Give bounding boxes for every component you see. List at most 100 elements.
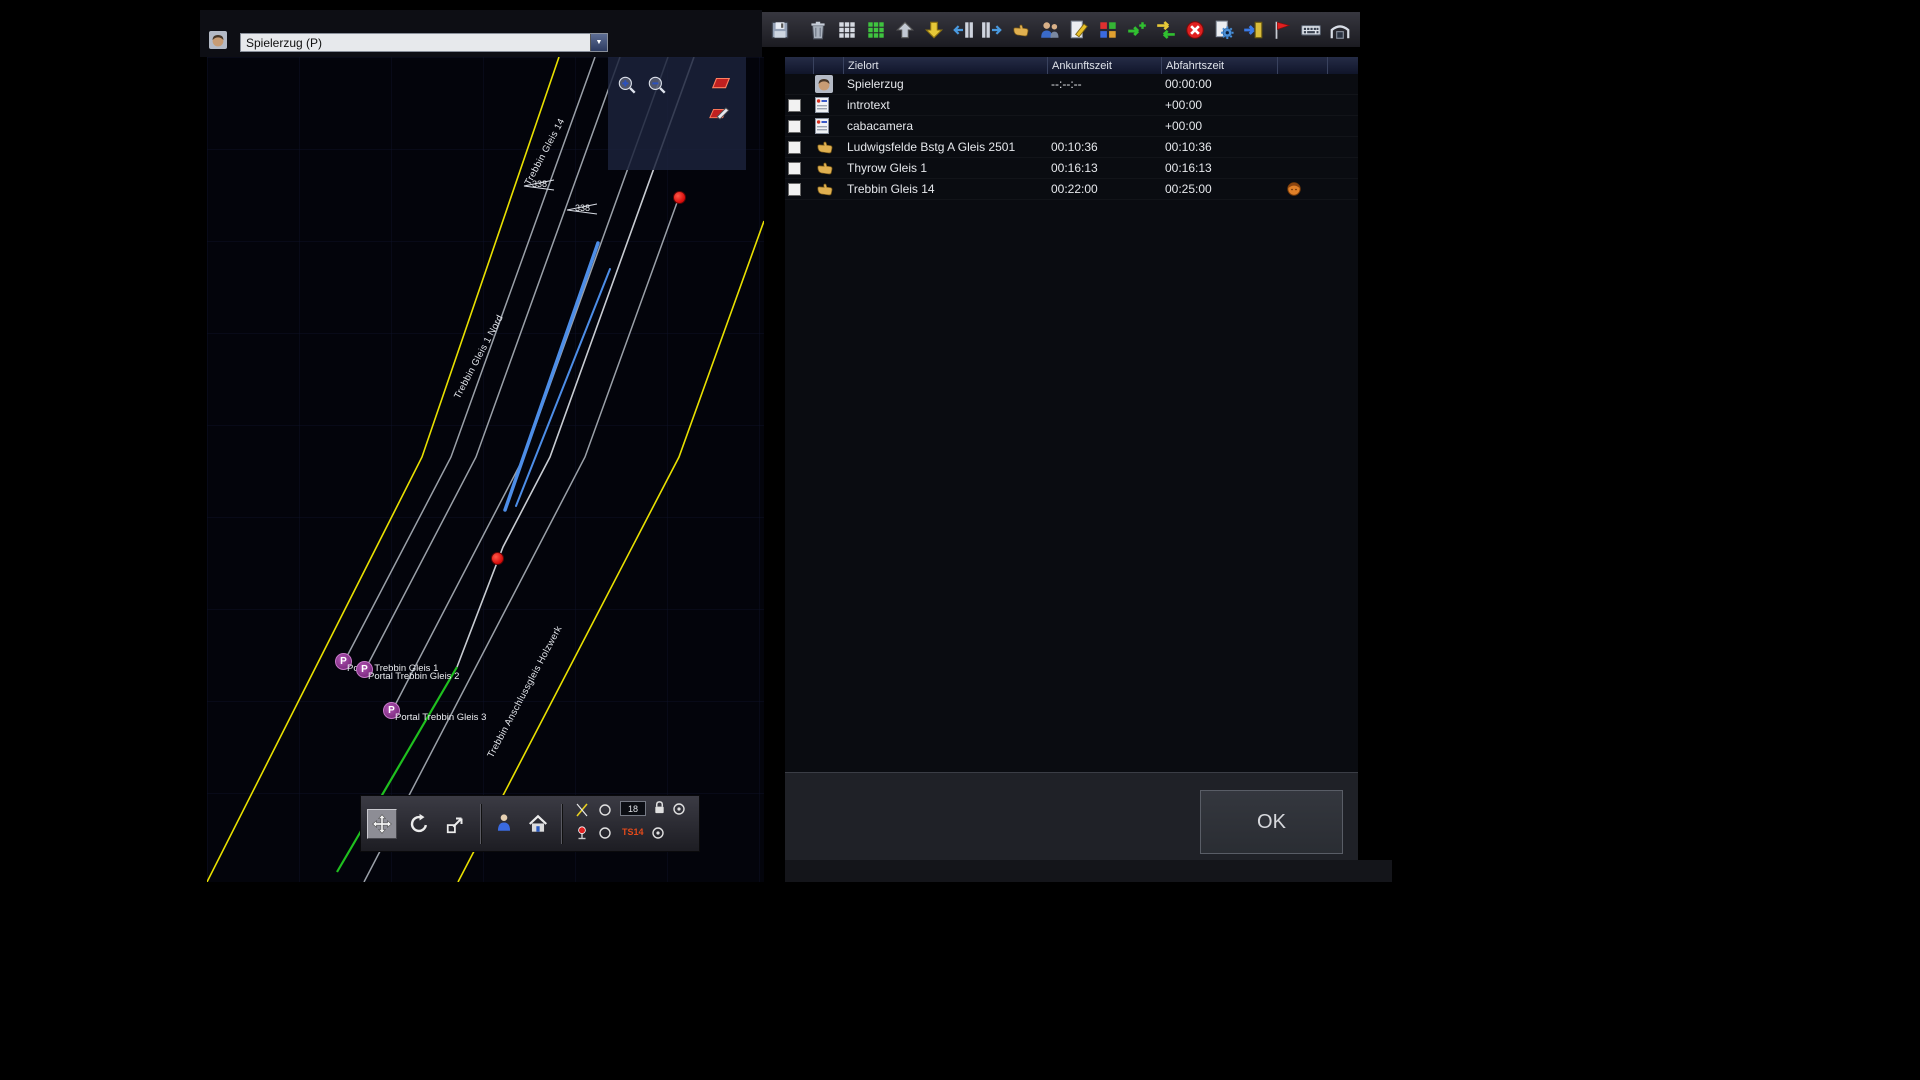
signal-yellow-toggle[interactable] [574,802,590,823]
people-button[interactable] [1038,18,1062,42]
rotate-icon [408,813,430,835]
delete-icon [807,19,829,41]
table-row[interactable]: Thyrow Gleis 100:16:1300:16:13 [785,158,1358,179]
extra-cell [1277,137,1327,157]
abfahrtszeit-cell: 00:25:00 [1161,179,1277,199]
main-toolbar [762,12,1360,48]
hand-button[interactable] [1009,18,1033,42]
move-tool-button[interactable] [367,809,397,839]
remove-red-button[interactable] [1183,18,1207,42]
grid-green-button[interactable] [864,18,888,42]
row-checkbox[interactable] [788,120,801,133]
abfahrtszeit-cell: 00:10:36 [1161,137,1277,157]
color-grid-icon [1097,19,1119,41]
player-icon [813,74,843,94]
table-row[interactable]: Spielerzug--:--:--00:00:00 [785,74,1358,95]
edit-button[interactable] [1067,18,1091,42]
zielort-cell: cabacamera [843,116,1047,136]
row-checkbox[interactable] [788,183,801,196]
header-selection-col [785,57,813,74]
abfahrtszeit-cell: +00:00 [1161,95,1277,115]
gear-page-button[interactable] [1212,18,1236,42]
target2-toggle[interactable] [651,826,665,845]
selection-cell [785,95,813,115]
move-element-tool-button[interactable] [441,809,471,839]
split-left-button[interactable] [951,18,975,42]
track-map-svg [207,57,764,882]
keyboard-button[interactable] [1299,18,1323,42]
signal-yellow-icon [574,802,590,818]
grid-green-icon [865,19,887,41]
move-down-icon [923,19,945,41]
row-checkbox[interactable] [788,162,801,175]
table-row[interactable]: Trebbin Gleis 1400:22:0000:25:00 [785,179,1358,200]
table-row[interactable]: introtext +00:00 [785,95,1358,116]
combo-dropdown-icon[interactable]: ▼ [590,34,607,51]
zoom-out-icon [646,74,668,96]
color-grid-button[interactable] [1096,18,1120,42]
table-row[interactable]: Ludwigsfelde Bstg A Gleis 250100:10:3600… [785,137,1358,158]
lock-toggle[interactable] [653,800,666,820]
move-element-icon [445,813,467,835]
split-right-icon [981,19,1003,41]
circle-toggle[interactable] [598,803,612,822]
import-icon [1242,19,1264,41]
move-up-button[interactable] [893,18,917,42]
ankunftszeit-cell [1047,116,1161,136]
people-icon [1039,19,1061,41]
signal-red-dot[interactable] [673,191,686,204]
zielort-cell: introtext [843,95,1047,115]
extra-cell [1327,179,1358,199]
signal-red-toggle[interactable] [574,825,590,846]
circle-icon [598,803,612,817]
timetable: Zielort Ankunftszeit Abfahrtszeit Spiele… [785,57,1358,772]
map-top-bar: Spielerzug (P) ▼ [200,10,762,57]
map-toolbar: 18 TS14 [360,795,700,852]
header-extra1 [1277,57,1327,74]
zoom-level-box[interactable]: 18 [620,801,646,816]
import-button[interactable] [1241,18,1265,42]
hand-icon [813,158,843,178]
target-icon [651,826,665,840]
driver-icon [1277,179,1327,199]
table-row[interactable]: cabacamera+00:00 [785,116,1358,137]
lock-icon [653,800,666,815]
signal-red-dot[interactable] [491,552,504,565]
extra-cell [1327,74,1358,94]
target-icon [672,802,686,816]
target-toggle[interactable] [672,802,686,821]
split-right-button[interactable] [980,18,1004,42]
zoom-out-button[interactable] [646,74,668,96]
header-ankunftszeit[interactable]: Ankunftszeit [1047,57,1161,74]
save-button[interactable] [768,18,792,42]
area-edit-button[interactable] [708,103,730,125]
delete-button[interactable] [806,18,830,42]
circle2-toggle[interactable] [598,826,612,845]
insert-green-button[interactable] [1125,18,1149,42]
depot-button[interactable] [1328,18,1352,42]
selection-cell [785,158,813,178]
area-red-button[interactable] [710,73,732,95]
row-checkbox[interactable] [788,99,801,112]
player-head-icon [209,31,229,51]
rotate-tool-button[interactable] [404,809,434,839]
remove-red-icon [1184,19,1206,41]
area-red-icon [710,75,732,93]
flag-button[interactable] [1270,18,1294,42]
zoom-in-icon [616,74,638,96]
map-viewport[interactable]: 18 TS14 Trebbin Gleis 14Trebbin Gleis 1 … [207,57,764,882]
train-selector[interactable]: Spielerzug (P) ▼ [240,33,608,52]
ok-button[interactable]: OK [1200,790,1343,854]
grid-button[interactable] [835,18,859,42]
zoom-in-button[interactable] [616,74,638,96]
row-checkbox[interactable] [788,141,801,154]
merge-arrows-button[interactable] [1154,18,1178,42]
train-selector-value: Spielerzug (P) [241,36,590,50]
timetable-rows: Spielerzug--:--:--00:00:00introtext +00:0… [785,74,1358,200]
select-object-tool-button[interactable] [489,808,519,838]
header-extra2 [1327,57,1358,74]
home-view-button[interactable] [523,809,553,839]
move-down-button[interactable] [922,18,946,42]
header-abfahrtszeit[interactable]: Abfahrtszeit [1161,57,1277,74]
header-zielort[interactable]: Zielort [843,57,1047,74]
